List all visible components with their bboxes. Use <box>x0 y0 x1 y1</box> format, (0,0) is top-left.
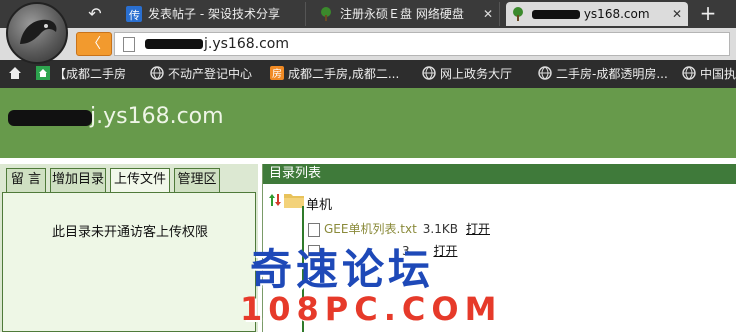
tab-label: ys168.com <box>583 7 650 21</box>
sort-arrows-icon[interactable] <box>268 193 282 207</box>
bookmark-gov-hall[interactable]: 网上政务大厅 <box>422 60 512 88</box>
tab-add-directory[interactable]: 增加目录 <box>50 168 106 192</box>
upload-panel-body: 此目录未开通访客上传权限 <box>2 192 256 332</box>
close-icon[interactable]: ✕ <box>483 2 493 26</box>
redaction-mark <box>532 10 580 19</box>
file-name[interactable]: GEE单机列表.txt <box>324 222 417 236</box>
back-button[interactable]: 〈 <box>76 32 112 56</box>
globe-icon <box>150 66 164 80</box>
globe-icon <box>538 66 552 80</box>
chuan-app-icon: 传 <box>126 6 142 22</box>
close-icon[interactable]: ✕ <box>672 2 682 26</box>
open-link[interactable]: 打开 <box>433 244 457 258</box>
bookmark-chengdu-secondhand[interactable]: 房 成都二手房,成都二... <box>270 60 399 88</box>
tab-post-thread[interactable]: 传 发表帖子 - 架设技术分享 <box>122 2 306 26</box>
site-title: j.ys168.com <box>90 104 224 129</box>
page-icon <box>123 37 135 52</box>
tree-icon <box>321 7 331 21</box>
globe-icon <box>682 66 696 80</box>
watermark-title: 奇速论坛 <box>250 245 435 294</box>
panther-icon <box>20 19 57 44</box>
bookmark-china-exec[interactable]: 中国执 <box>682 60 736 88</box>
bookmark-transparent-house[interactable]: 二手房-成都透明房... <box>538 60 668 88</box>
back-history-icon[interactable]: ↶ <box>84 4 106 24</box>
orange-fang-icon: 房 <box>270 66 284 80</box>
svg-text:房: 房 <box>272 67 282 80</box>
redaction-mark <box>8 110 92 126</box>
tab-admin[interactable]: 管理区 <box>174 168 220 192</box>
tab-label: 发表帖子 - 架设技术分享 <box>148 7 280 21</box>
folder-name[interactable]: 单机 <box>306 194 332 213</box>
tab-message[interactable]: 留 言 <box>6 168 46 192</box>
site-banner: j.ys168.com <box>0 88 736 158</box>
open-link[interactable]: 打开 <box>466 222 490 236</box>
url-text: j.ys168.com <box>145 36 289 52</box>
green-home-icon <box>36 66 50 80</box>
folder-icon[interactable] <box>284 192 304 208</box>
directory-list-header: 目录列表 <box>263 164 736 184</box>
url-input[interactable]: j.ys168.com <box>114 32 730 56</box>
home-icon[interactable] <box>8 66 22 80</box>
globe-icon <box>422 66 436 80</box>
upload-permission-message: 此目录未开通访客上传权限 <box>51 225 208 240</box>
tab-active-ys168[interactable]: ys168.com ✕ <box>506 2 688 26</box>
text-file-icon <box>308 222 320 237</box>
tab-register-disk[interactable]: 注册永硕Ｅ盘 网络硬盘 ✕ <box>314 2 500 26</box>
watermark-domain: 108PC.COM <box>240 290 503 328</box>
browser-logo[interactable] <box>6 2 68 64</box>
browser-tabstrip: ↶ 传 发表帖子 - 架设技术分享 注册永硕Ｅ盘 网络硬盘 ✕ ys168.co… <box>0 0 736 28</box>
tab-label: 注册永硕Ｅ盘 网络硬盘 <box>340 7 464 21</box>
redaction-mark <box>145 39 203 49</box>
bookmark-property-center[interactable]: 不动产登记中心 <box>150 60 252 88</box>
new-tab-button[interactable]: + <box>694 2 722 26</box>
address-bar-row: 〈 j.ys168.com <box>0 28 736 60</box>
svg-text:传: 传 <box>129 9 140 22</box>
tab-upload-file[interactable]: 上传文件 <box>110 168 170 194</box>
bookmarks-bar: 【成都二手房 不动产登记中心 房 成都二手房,成都二... 网上政务大厅 二手房… <box>0 60 736 88</box>
tree-icon <box>513 7 523 21</box>
file-size: 3.1KB <box>422 222 458 236</box>
bookmark-chengdu-house[interactable]: 【成都二手房 <box>36 60 126 88</box>
left-panel: 留 言 增加目录 上传文件 管理区 此目录未开通访客上传权限 <box>0 164 258 332</box>
